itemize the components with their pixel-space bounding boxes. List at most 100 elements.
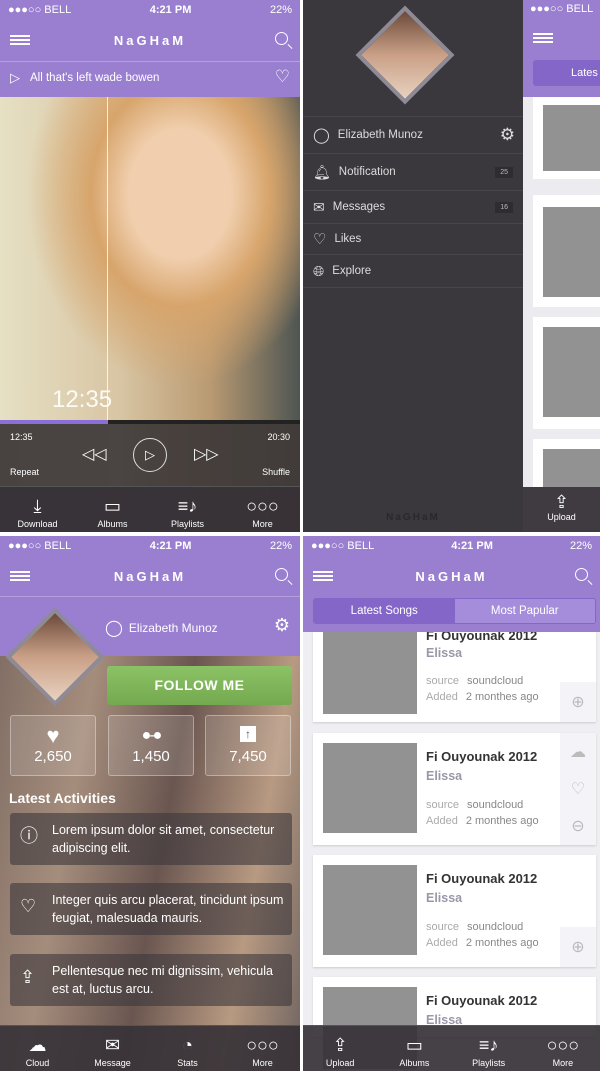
- tab-playlists[interactable]: ≡♪ Playlists: [150, 487, 225, 532]
- upload-icon: ↑: [240, 726, 256, 742]
- carrier: ●●●○○ BELL: [311, 540, 375, 552]
- app-title: NaGHaM: [113, 32, 187, 48]
- tab-most-popular[interactable]: Most Papular: [454, 599, 595, 623]
- settings-icon[interactable]: ⚙: [274, 615, 290, 636]
- header: NaGHaM: [303, 556, 600, 596]
- tab-latest[interactable]: Lates: [533, 60, 600, 86]
- song-title: Fi Ouyounak 2012: [426, 749, 538, 764]
- add-button[interactable]: ⊕: [560, 682, 596, 722]
- heart-icon[interactable]: ♡: [571, 779, 585, 799]
- menu-label: Notification: [338, 166, 396, 178]
- tab-download[interactable]: ⤓ Download: [0, 487, 75, 532]
- song-added: 2 monthes ago: [465, 937, 539, 949]
- tab-message[interactable]: ✉ Message: [75, 1026, 150, 1071]
- meta-label: Added: [426, 937, 458, 949]
- progress-bar[interactable]: [0, 420, 300, 424]
- add-button[interactable]: ⊕: [560, 927, 596, 967]
- meta-label: source: [426, 675, 460, 687]
- activity-item[interactable]: ♡ Integer quis arcu placerat, tincidunt i…: [10, 883, 292, 935]
- stat-value: 1,450: [132, 748, 170, 765]
- stat-value: 2,650: [34, 748, 72, 765]
- song-added: 2 monthes ago: [465, 815, 539, 827]
- tab-more[interactable]: ○○○ More: [225, 487, 300, 532]
- tab-label: More: [252, 1058, 273, 1068]
- more-icon: ○○○: [246, 1035, 279, 1055]
- tab-label: Upload: [547, 512, 576, 522]
- tab-more[interactable]: ○○○ More: [526, 1026, 600, 1071]
- info-icon: ⓘ: [20, 826, 38, 846]
- tab-cloud[interactable]: ☁︎ Cloud: [0, 1026, 75, 1071]
- activity-item[interactable]: ⇪ Pellentesque nec mi dignissim, vehicula…: [10, 954, 292, 1006]
- heart-icon[interactable]: ♡: [275, 67, 290, 87]
- heart-icon: ♡: [313, 231, 327, 248]
- song-card[interactable]: Fi Ouyounak 2012 Elissa source soundcloud…: [313, 855, 596, 967]
- tab-bar: ☁︎ Cloud ✉ Message ◔ Stats ○○○ More: [0, 1025, 300, 1071]
- menu-item-messages[interactable]: ✉ Messages 16: [303, 191, 523, 224]
- clock: 4:21 PM: [149, 540, 192, 552]
- search-icon[interactable]: [275, 568, 288, 581]
- song-card: [533, 97, 600, 179]
- settings-icon[interactable]: ⚙: [500, 125, 515, 145]
- song-card[interactable]: Fi Ouyounak 2012 Elissa source soundcloud…: [313, 733, 596, 845]
- menu-icon[interactable]: [313, 571, 333, 581]
- shuffle-button[interactable]: Shuffle: [262, 467, 290, 477]
- tab-label: Stats: [177, 1058, 198, 1068]
- tab-label: Lates: [571, 67, 598, 79]
- albums-icon: ▭: [103, 496, 121, 516]
- repeat-button[interactable]: Repeat: [10, 467, 39, 477]
- menu-label: Messages: [332, 201, 386, 213]
- song-card[interactable]: Fi Ouyounak 2012 Elissa source soundcloud…: [313, 628, 596, 722]
- cloud-download-icon[interactable]: ☁︎: [570, 742, 586, 762]
- songs-screen: Fi Ouyounak 2012 Elissa source soundcloud…: [303, 536, 600, 1071]
- song-source: soundcloud: [467, 799, 524, 811]
- song-card: [533, 317, 600, 429]
- tab-upload[interactable]: ⇪ Upload: [303, 1026, 377, 1071]
- stat-value: 7,450: [229, 748, 267, 765]
- follow-button[interactable]: FOLLOW ME: [107, 666, 292, 705]
- carrier: ●●●○○ BELL: [530, 3, 594, 15]
- more-icon: ○○○: [546, 1035, 580, 1055]
- album-art: [543, 105, 600, 171]
- tab-playlists[interactable]: ≡♪ Playlists: [452, 1026, 526, 1071]
- tab-upload[interactable]: ⇪ Upload: [523, 487, 600, 532]
- menu-icon[interactable]: [10, 35, 30, 45]
- stat-shares: ↑ 7,450: [205, 715, 291, 776]
- status-bar: ●●●○○ BELL 4:21 PM 22%: [303, 536, 600, 556]
- search-icon[interactable]: [575, 568, 588, 581]
- drawer-user[interactable]: ◯ Elizabeth Munoz ⚙: [303, 116, 523, 154]
- tab-stats[interactable]: ◔ Stats: [150, 1026, 225, 1071]
- tab-latest-songs[interactable]: Latest Songs: [314, 599, 455, 623]
- activity-item[interactable]: ⓘ Lorem ipsum dolor sit amet, consectetur…: [10, 813, 292, 865]
- song-meta: source soundcloud Added 2 monthes ago: [426, 797, 539, 829]
- messages-badge: 16: [495, 201, 513, 213]
- tab-more[interactable]: ○○○ More: [225, 1026, 300, 1071]
- mail-icon: ✉: [104, 1035, 121, 1055]
- menu-icon[interactable]: [10, 571, 30, 581]
- drawer-footer-logo: NaGHaM: [386, 512, 440, 523]
- forward-icon[interactable]: ▷▷: [194, 444, 219, 464]
- menu-item-notification[interactable]: 🔔︎ Notification 25: [303, 154, 523, 191]
- header: NaGHaM: [0, 556, 300, 596]
- tab-label: Cloud: [25, 1058, 50, 1068]
- meta-label: Added: [426, 691, 458, 703]
- battery: 22%: [569, 540, 592, 552]
- search-icon[interactable]: [275, 32, 288, 45]
- song-artist: Elissa: [426, 769, 463, 783]
- menu-icon[interactable]: [533, 33, 553, 43]
- rewind-icon[interactable]: ◁◁: [82, 444, 107, 464]
- playlist-icon: ≡♪: [478, 1035, 499, 1055]
- menu-label: Likes: [334, 233, 362, 245]
- tab-bar: ⇪ Upload ▭ Albums ≡♪ Playlists ○○○ More: [303, 1025, 600, 1071]
- menu-item-likes[interactable]: ♡ Likes: [303, 224, 523, 255]
- menu-item-explore[interactable]: 🌐︎ Explore: [303, 255, 523, 288]
- play-icon[interactable]: ▷: [10, 70, 20, 86]
- minus-circle-icon[interactable]: ⊖: [571, 816, 584, 836]
- tab-albums[interactable]: ▭ Albums: [377, 1026, 451, 1071]
- song-source: soundcloud: [467, 675, 524, 687]
- play-button[interactable]: ▷: [133, 438, 167, 472]
- album-art: [323, 743, 417, 833]
- album-art: [543, 327, 600, 417]
- heart-icon: ♡: [20, 896, 37, 916]
- tab-albums[interactable]: ▭ Albums: [75, 487, 150, 532]
- now-playing: All that's left wade bowen: [30, 72, 160, 84]
